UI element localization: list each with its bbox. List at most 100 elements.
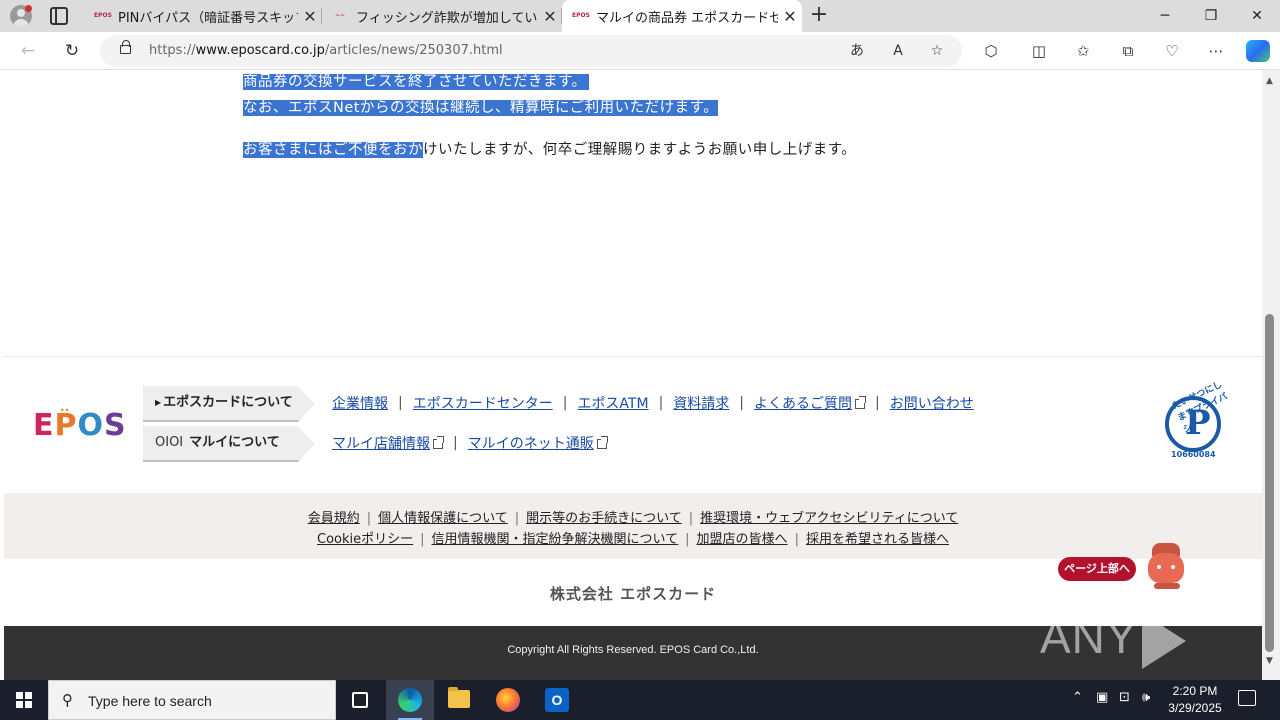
play-icon xyxy=(1141,612,1186,669)
network-icon[interactable]: ⊡ xyxy=(1119,690,1130,705)
privacy-mark-logo[interactable]: たいせつにしますプライバシー P 10660084 xyxy=(1157,380,1233,464)
tab-strip: EPOS PINバイパス（暗証番号スキップ機能 ✕ ~~ フィッシング詐欺が増加… xyxy=(0,0,1280,32)
clock-date: 3/29/2025 xyxy=(1168,701,1222,715)
volume-icon[interactable]: 🕪 xyxy=(1142,690,1150,705)
page-scrollbar[interactable]: ▲ ▼ xyxy=(1262,70,1280,680)
link-disclosure-procedures[interactable]: 開示等のお手続きについて xyxy=(526,511,682,526)
scroll-down-arrow-icon[interactable]: ▼ xyxy=(1266,656,1273,666)
favorites-icon[interactable]: ✩ xyxy=(1072,41,1094,61)
link-epos-card-center[interactable]: エポスカードセンター xyxy=(413,393,553,413)
collections-icon[interactable]: ⧉ xyxy=(1117,41,1139,61)
footer-divider xyxy=(4,356,1262,357)
footer-links-epos: 企業情報 | エポスカードセンター | エポスATM | 資料請求 | よくある… xyxy=(332,393,974,413)
favorite-star-icon[interactable]: ☆ xyxy=(927,42,947,60)
taskbar-clock[interactable]: 2:20 PM 3/29/2025 xyxy=(1162,683,1228,717)
link-contact[interactable]: お問い合わせ xyxy=(890,393,974,413)
refresh-icon[interactable]: ↻ xyxy=(59,39,85,63)
extensions-icon[interactable]: ⬡ xyxy=(980,41,1002,61)
scroll-thumb[interactable] xyxy=(1265,314,1274,652)
split-screen-icon[interactable]: ◫ xyxy=(1028,41,1050,61)
link-credit-bureaus[interactable]: 信用情報機関・指定紛争解決機関について xyxy=(432,532,679,547)
profile-notification-dot xyxy=(25,5,32,12)
tray-device-icon[interactable]: ▣ xyxy=(1096,690,1108,705)
article-text: けいたしますが、何卒ご理解賜りますようお願い申し上げます。 xyxy=(423,142,857,158)
tab-marui-gift-voucher[interactable]: EPOS マルイの商品券 エポスカードセンターで ✕ xyxy=(562,0,802,32)
task-view-icon xyxy=(352,692,368,708)
phishing-favicon-icon: ~~ xyxy=(334,12,346,19)
link-company-info[interactable]: 企業情報 xyxy=(332,393,388,413)
footer-policy-band xyxy=(4,493,1262,559)
new-tab-button[interactable]: + xyxy=(808,4,830,26)
link-marui-online[interactable]: マルイのネット通販 xyxy=(468,433,594,453)
triangle-right-icon: ▶ xyxy=(155,398,162,407)
taskbar-edge[interactable] xyxy=(386,680,434,720)
edge-icon xyxy=(398,688,422,712)
external-link-icon xyxy=(596,436,608,449)
tab-close-icon[interactable]: ✕ xyxy=(298,7,322,26)
scroll-up-arrow-icon[interactable]: ▲ xyxy=(1266,76,1273,86)
taskbar-outlook[interactable]: O xyxy=(533,680,581,720)
tab-pin-bypass[interactable]: EPOS PINバイパス（暗証番号スキップ機能 ✕ xyxy=(84,0,322,32)
browser-essentials-icon[interactable]: ♡ xyxy=(1161,41,1183,61)
page-top-button[interactable]: ページ上部へ xyxy=(1058,557,1136,581)
epos-favicon-icon: EPOS xyxy=(94,12,112,19)
nav-about-marui[interactable]: OIOI マルイについて xyxy=(143,426,315,462)
url-text[interactable]: https://www.eposcard.co.jp/articles/news… xyxy=(149,43,503,58)
marui-mark: OIOI xyxy=(155,435,184,450)
translate-icon[interactable]: あ xyxy=(847,42,867,60)
tray-chevron-icon[interactable]: ⌃ xyxy=(1072,690,1083,705)
task-view-button[interactable] xyxy=(336,680,384,720)
footer-links-marui: マルイ店舗情報 | マルイのネット通販 xyxy=(332,433,608,453)
tab-title: フィッシング詐欺が増加しています | ク xyxy=(356,10,538,26)
selected-text: 商品券の交換サービスを終了させていただきます。 xyxy=(243,74,589,90)
link-cookie-policy[interactable]: Cookieポリシー xyxy=(317,532,413,547)
folder-icon xyxy=(448,687,470,708)
link-request-documents[interactable]: 資料請求 xyxy=(673,393,729,413)
tab-title: マルイの商品券 エポスカードセンターで xyxy=(596,10,778,26)
tab-close-icon[interactable]: ✕ xyxy=(778,7,802,26)
anyrun-watermark: ANYRUN xyxy=(1040,610,1262,680)
link-merchants[interactable]: 加盟店の皆様へ xyxy=(697,532,788,547)
read-aloud-icon[interactable]: A xyxy=(888,42,908,60)
tab-close-icon[interactable]: ✕ xyxy=(538,7,562,26)
selected-text: なお、エポスNetからの交換は継続し、精算時にご利用いただけます。 xyxy=(243,100,719,116)
taskbar-file-explorer[interactable] xyxy=(435,680,483,720)
taskbar-firefox[interactable] xyxy=(484,680,532,720)
article-text-line: なお、エポスNetからの交換は継続し、精算時にご利用いただけます。 xyxy=(243,96,719,121)
clock-time: 2:20 PM xyxy=(1172,684,1218,698)
tab-actions-icon[interactable] xyxy=(50,7,68,25)
page-viewport: 商品券の交換サービスを終了させていただきます。 なお、エポスNetからの交換は継… xyxy=(4,70,1262,680)
link-privacy-policy[interactable]: 個人情報保護について xyxy=(378,511,508,526)
window-close-button[interactable]: ✕ xyxy=(1234,0,1280,32)
company-name: 株式会社 エポスカード xyxy=(549,585,717,603)
restore-button[interactable]: ❐ xyxy=(1188,0,1234,32)
link-careers[interactable]: 採用を希望される皆様へ xyxy=(806,532,949,547)
search-placeholder: Type here to search xyxy=(88,693,212,709)
link-marui-stores[interactable]: マルイ店舗情報 xyxy=(332,433,430,453)
notifications-icon[interactable] xyxy=(1238,690,1256,706)
link-faq[interactable]: よくあるご質問 xyxy=(754,393,852,413)
article-text-line: 商品券の交換サービスを終了させていただきます。 xyxy=(243,70,589,95)
external-link-icon xyxy=(855,396,866,409)
minimize-button[interactable]: ─ xyxy=(1142,0,1188,32)
logo-dots: •• xyxy=(60,406,70,415)
windows-taskbar: ⚲ Type here to search O ⌃ ▣ ⊡ 🕪 2:20 PM … xyxy=(0,680,1280,720)
link-epos-atm[interactable]: エポスATM xyxy=(577,393,648,413)
windows-start-icon[interactable] xyxy=(16,692,32,708)
epos-favicon-icon: EPOS xyxy=(572,12,590,19)
tab-phishing[interactable]: ~~ フィッシング詐欺が増加しています | ク ✕ xyxy=(322,0,562,32)
copilot-icon[interactable] xyxy=(1246,40,1270,62)
browser-window: EPOS PINバイパス（暗証番号スキップ機能 ✕ ~~ フィッシング詐欺が増加… xyxy=(0,0,1280,680)
link-recommended-environment[interactable]: 推奨環境・ウェブアクセシビリティについて xyxy=(700,511,958,526)
back-arrow-icon[interactable]: ← xyxy=(15,39,41,63)
address-bar[interactable]: https://www.eposcard.co.jp/articles/news… xyxy=(100,35,962,67)
firefox-icon xyxy=(496,688,520,712)
article-text-line: お客さまにはご不便をおかけいたしますが、何卒ご理解賜りますようお願い申し上げます… xyxy=(243,138,856,163)
more-menu-icon[interactable]: ⋯ xyxy=(1205,41,1227,61)
selected-text: お客さまにはご不便をおか xyxy=(243,142,423,158)
link-member-terms[interactable]: 会員規約 xyxy=(308,511,360,526)
nav-about-epos-card[interactable]: ▶ エポスカードについて xyxy=(143,386,315,422)
lock-icon[interactable] xyxy=(120,40,131,54)
taskbar-search-box[interactable]: ⚲ Type here to search xyxy=(48,680,336,720)
epos-logo[interactable]: EPOS xyxy=(33,408,127,443)
